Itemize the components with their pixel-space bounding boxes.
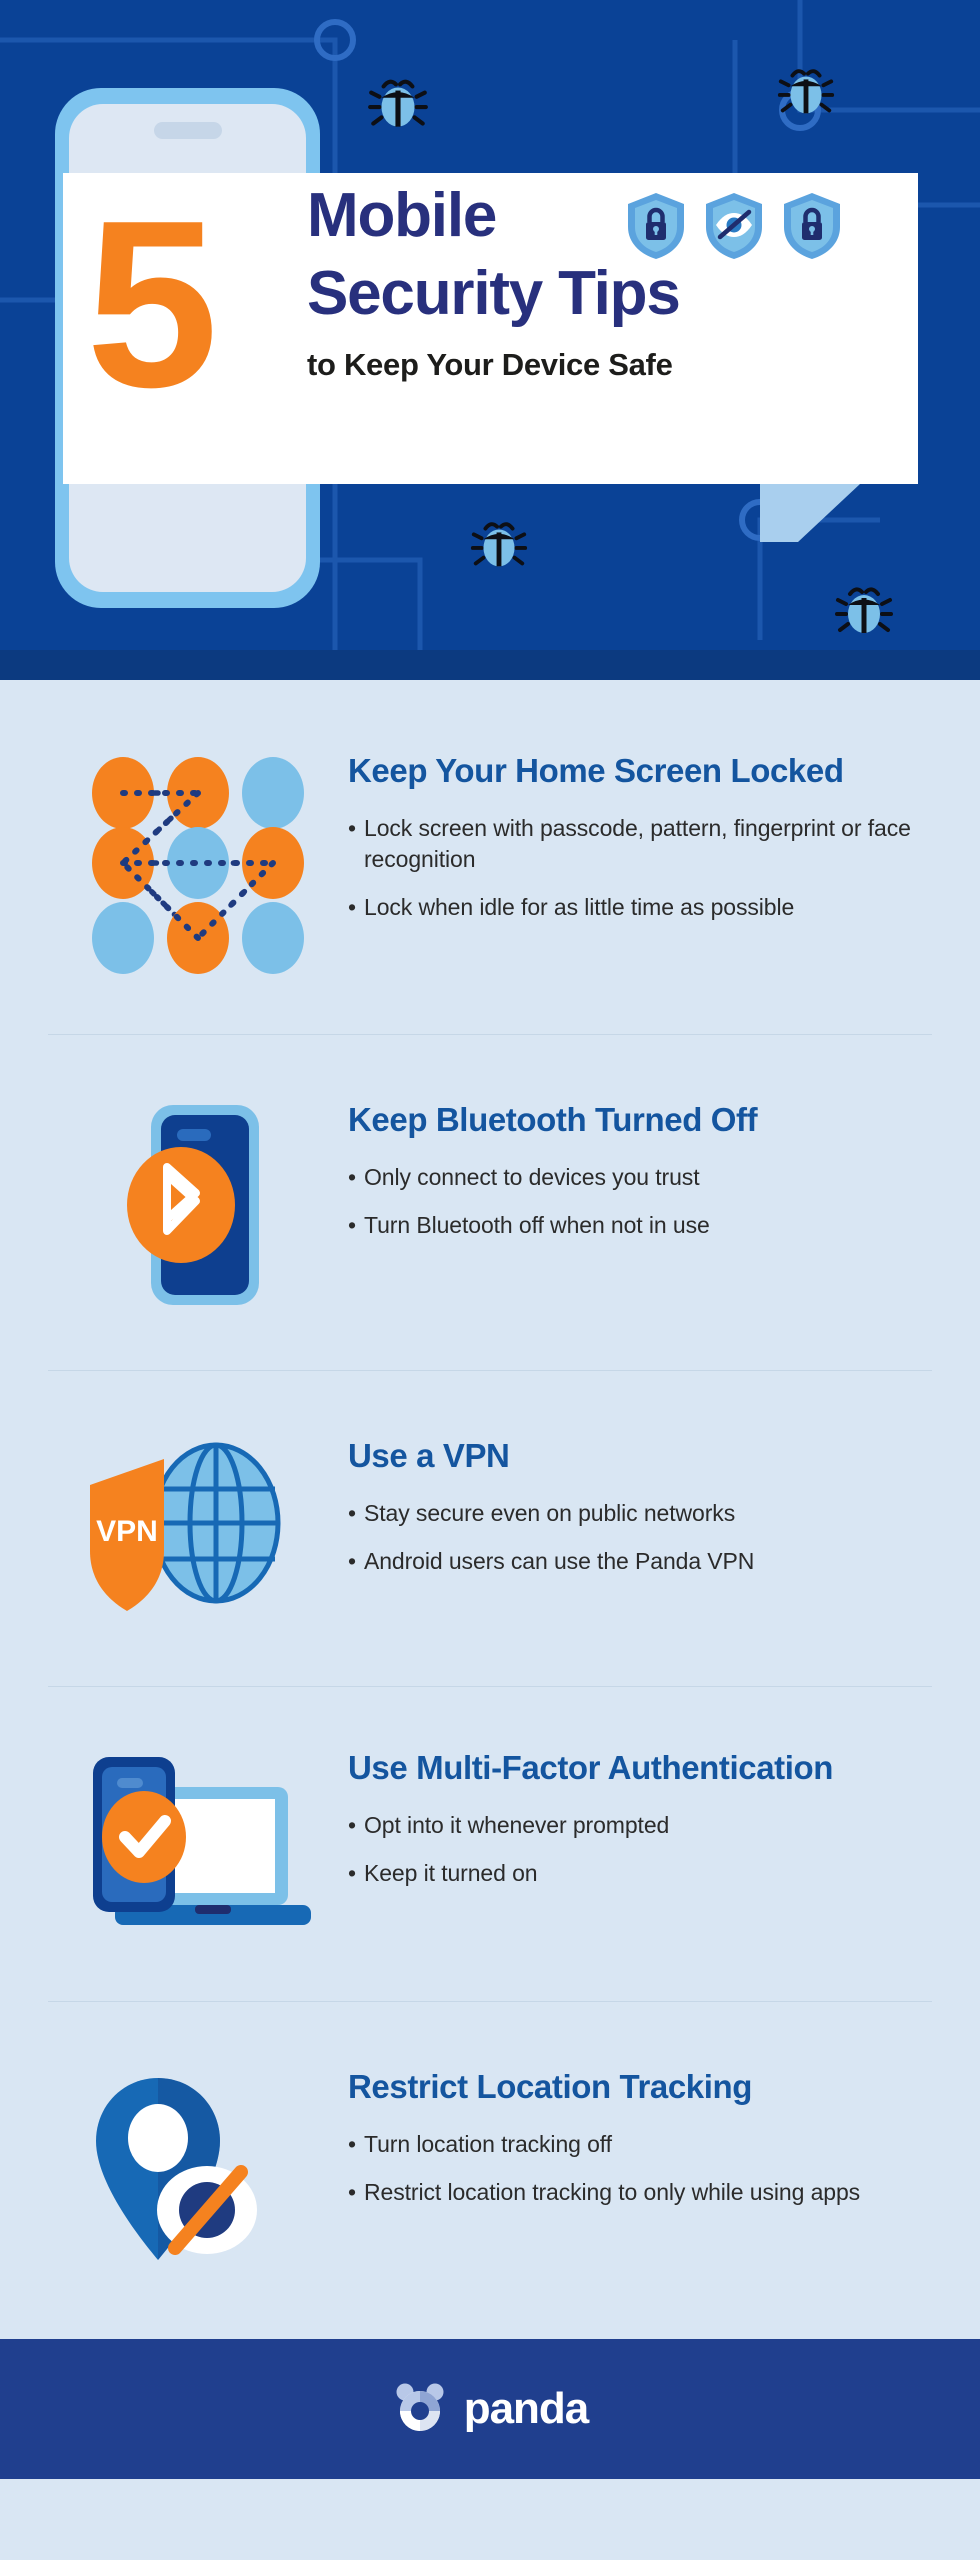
tip-restrict-location: Restrict Location Tracking • Turn locati…	[0, 2002, 980, 2339]
bullet-dot-icon: •	[348, 2178, 356, 2205]
tips-list: Keep Your Home Screen Locked • Lock scre…	[0, 680, 980, 2339]
bug-icon	[470, 522, 528, 567]
bug-icon	[777, 69, 835, 114]
tip-bullet-text: Turn Bluetooth off when not in use	[364, 1211, 710, 1238]
tip-title: Use a VPN	[348, 1437, 510, 1474]
tip-bullet: • Turn location tracking off	[348, 2129, 932, 2160]
tip-title: Restrict Location Tracking	[348, 2068, 753, 2105]
bullet-dot-icon: •	[348, 1811, 356, 1838]
tip-title: Use Multi-Factor Authentication	[348, 1749, 834, 1786]
shield-lock-icon	[784, 193, 840, 259]
footer-brand-name: panda	[463, 2384, 590, 2433]
bullet-dot-icon: •	[348, 1547, 356, 1574]
tip-icon-container	[48, 748, 348, 978]
bullet-dot-icon: •	[348, 893, 356, 920]
tip-bullet-text: Restrict location tracking to only while…	[364, 2178, 861, 2205]
tip-bullet-text: Stay secure even on public networks	[364, 1499, 736, 1526]
vpn-label: VPN	[96, 1515, 158, 1548]
headline-block: Mobile Security Tips to Keep Your Device…	[307, 181, 681, 383]
tip-bullet: • Opt into it whenever prompted	[348, 1810, 932, 1841]
tip-bullet-text: Only connect to devices you trust	[364, 1163, 700, 1190]
tip-bullet: • Restrict location tracking to only whi…	[348, 2177, 932, 2208]
bug-icon	[835, 587, 893, 633]
tip-icon-container	[48, 1745, 348, 1945]
tip-text-container: Restrict Location Tracking • Turn locati…	[348, 2064, 932, 2225]
tip-bluetooth-off: Keep Bluetooth Turned Off • Only connect…	[0, 1035, 980, 1370]
tip-text-container: Use Multi-Factor Authentication • Opt in…	[348, 1745, 932, 1906]
phone-notch	[153, 122, 222, 139]
header-bottom-band	[0, 650, 980, 680]
tip-bullet: • Only connect to devices you trust	[348, 1162, 932, 1193]
headline-subtitle: to Keep Your Device Safe	[307, 347, 673, 382]
headline-number: 5	[86, 172, 218, 437]
tip-bullet: • Lock when idle for as little time as p…	[348, 892, 932, 923]
tip-icon-container	[48, 2064, 348, 2279]
shield-eye-slash-icon	[706, 193, 762, 259]
headline-line-2: Security Tips	[307, 259, 681, 328]
tip-bullet: • Lock screen with passcode, pattern, fi…	[348, 813, 932, 875]
panda-ring-icon	[396, 2383, 444, 2431]
tip-bullet-text: Keep it turned on	[364, 1859, 538, 1886]
header-banner: 5 Mobile Security Tips to Keep Your Devi…	[0, 0, 980, 680]
bullet-dot-icon: •	[348, 2130, 356, 2157]
tip-multi-factor-auth: Use Multi-Factor Authentication • Opt in…	[0, 1687, 980, 2001]
bullet-dot-icon: •	[348, 1499, 356, 1526]
tip-bullet: • Android users can use the Panda VPN	[348, 1546, 932, 1577]
pattern-lock-icon	[92, 757, 304, 974]
tip-bullet-text: Lock screen with passcode, pattern, fing…	[364, 814, 911, 872]
bullet-dot-icon: •	[348, 1211, 356, 1238]
tip-bullet: • Turn Bluetooth off when not in use	[348, 1210, 932, 1241]
tip-bullet-text: Turn location tracking off	[364, 2130, 612, 2157]
tip-bullet-text: Opt into it whenever prompted	[364, 1811, 670, 1838]
tip-bullet: • Keep it turned on	[348, 1858, 932, 1889]
bullet-dot-icon: •	[348, 1163, 356, 1190]
location-pin-eye-slash-icon	[96, 2078, 257, 2260]
bullet-dot-icon: •	[348, 1859, 356, 1886]
tip-icon-container: VPN	[48, 1433, 348, 1628]
laptop-phone-check-icon	[93, 1757, 311, 1925]
tip-bullet-text: Lock when idle for as little time as pos…	[364, 893, 795, 920]
tip-text-container: Use a VPN • Stay secure even on public n…	[348, 1433, 932, 1594]
tip-use-vpn: VPN Use a VPN • Stay secure even on publ…	[0, 1371, 980, 1686]
tip-icon-container	[48, 1097, 348, 1312]
headline-line-1: Mobile	[307, 181, 497, 250]
tip-bullet: • Stay secure even on public networks	[348, 1498, 932, 1529]
tip-text-container: Keep Your Home Screen Locked • Lock scre…	[348, 748, 932, 939]
shield-icon-row	[625, 191, 843, 261]
tip-title: Keep Your Home Screen Locked	[348, 752, 844, 789]
tip-text-container: Keep Bluetooth Turned Off • Only connect…	[348, 1097, 932, 1258]
vpn-shield-globe-icon: VPN	[90, 1442, 281, 1611]
bug-icon	[368, 79, 428, 127]
tip-title: Keep Bluetooth Turned Off	[348, 1101, 758, 1138]
phone-bluetooth-icon	[127, 1105, 259, 1305]
tip-home-screen-locked: Keep Your Home Screen Locked • Lock scre…	[0, 680, 980, 1034]
tip-bullet-text: Android users can use the Panda VPN	[364, 1547, 755, 1574]
bullet-dot-icon: •	[348, 814, 356, 841]
footer: panda	[0, 2339, 980, 2479]
shield-lock-icon	[628, 193, 684, 259]
